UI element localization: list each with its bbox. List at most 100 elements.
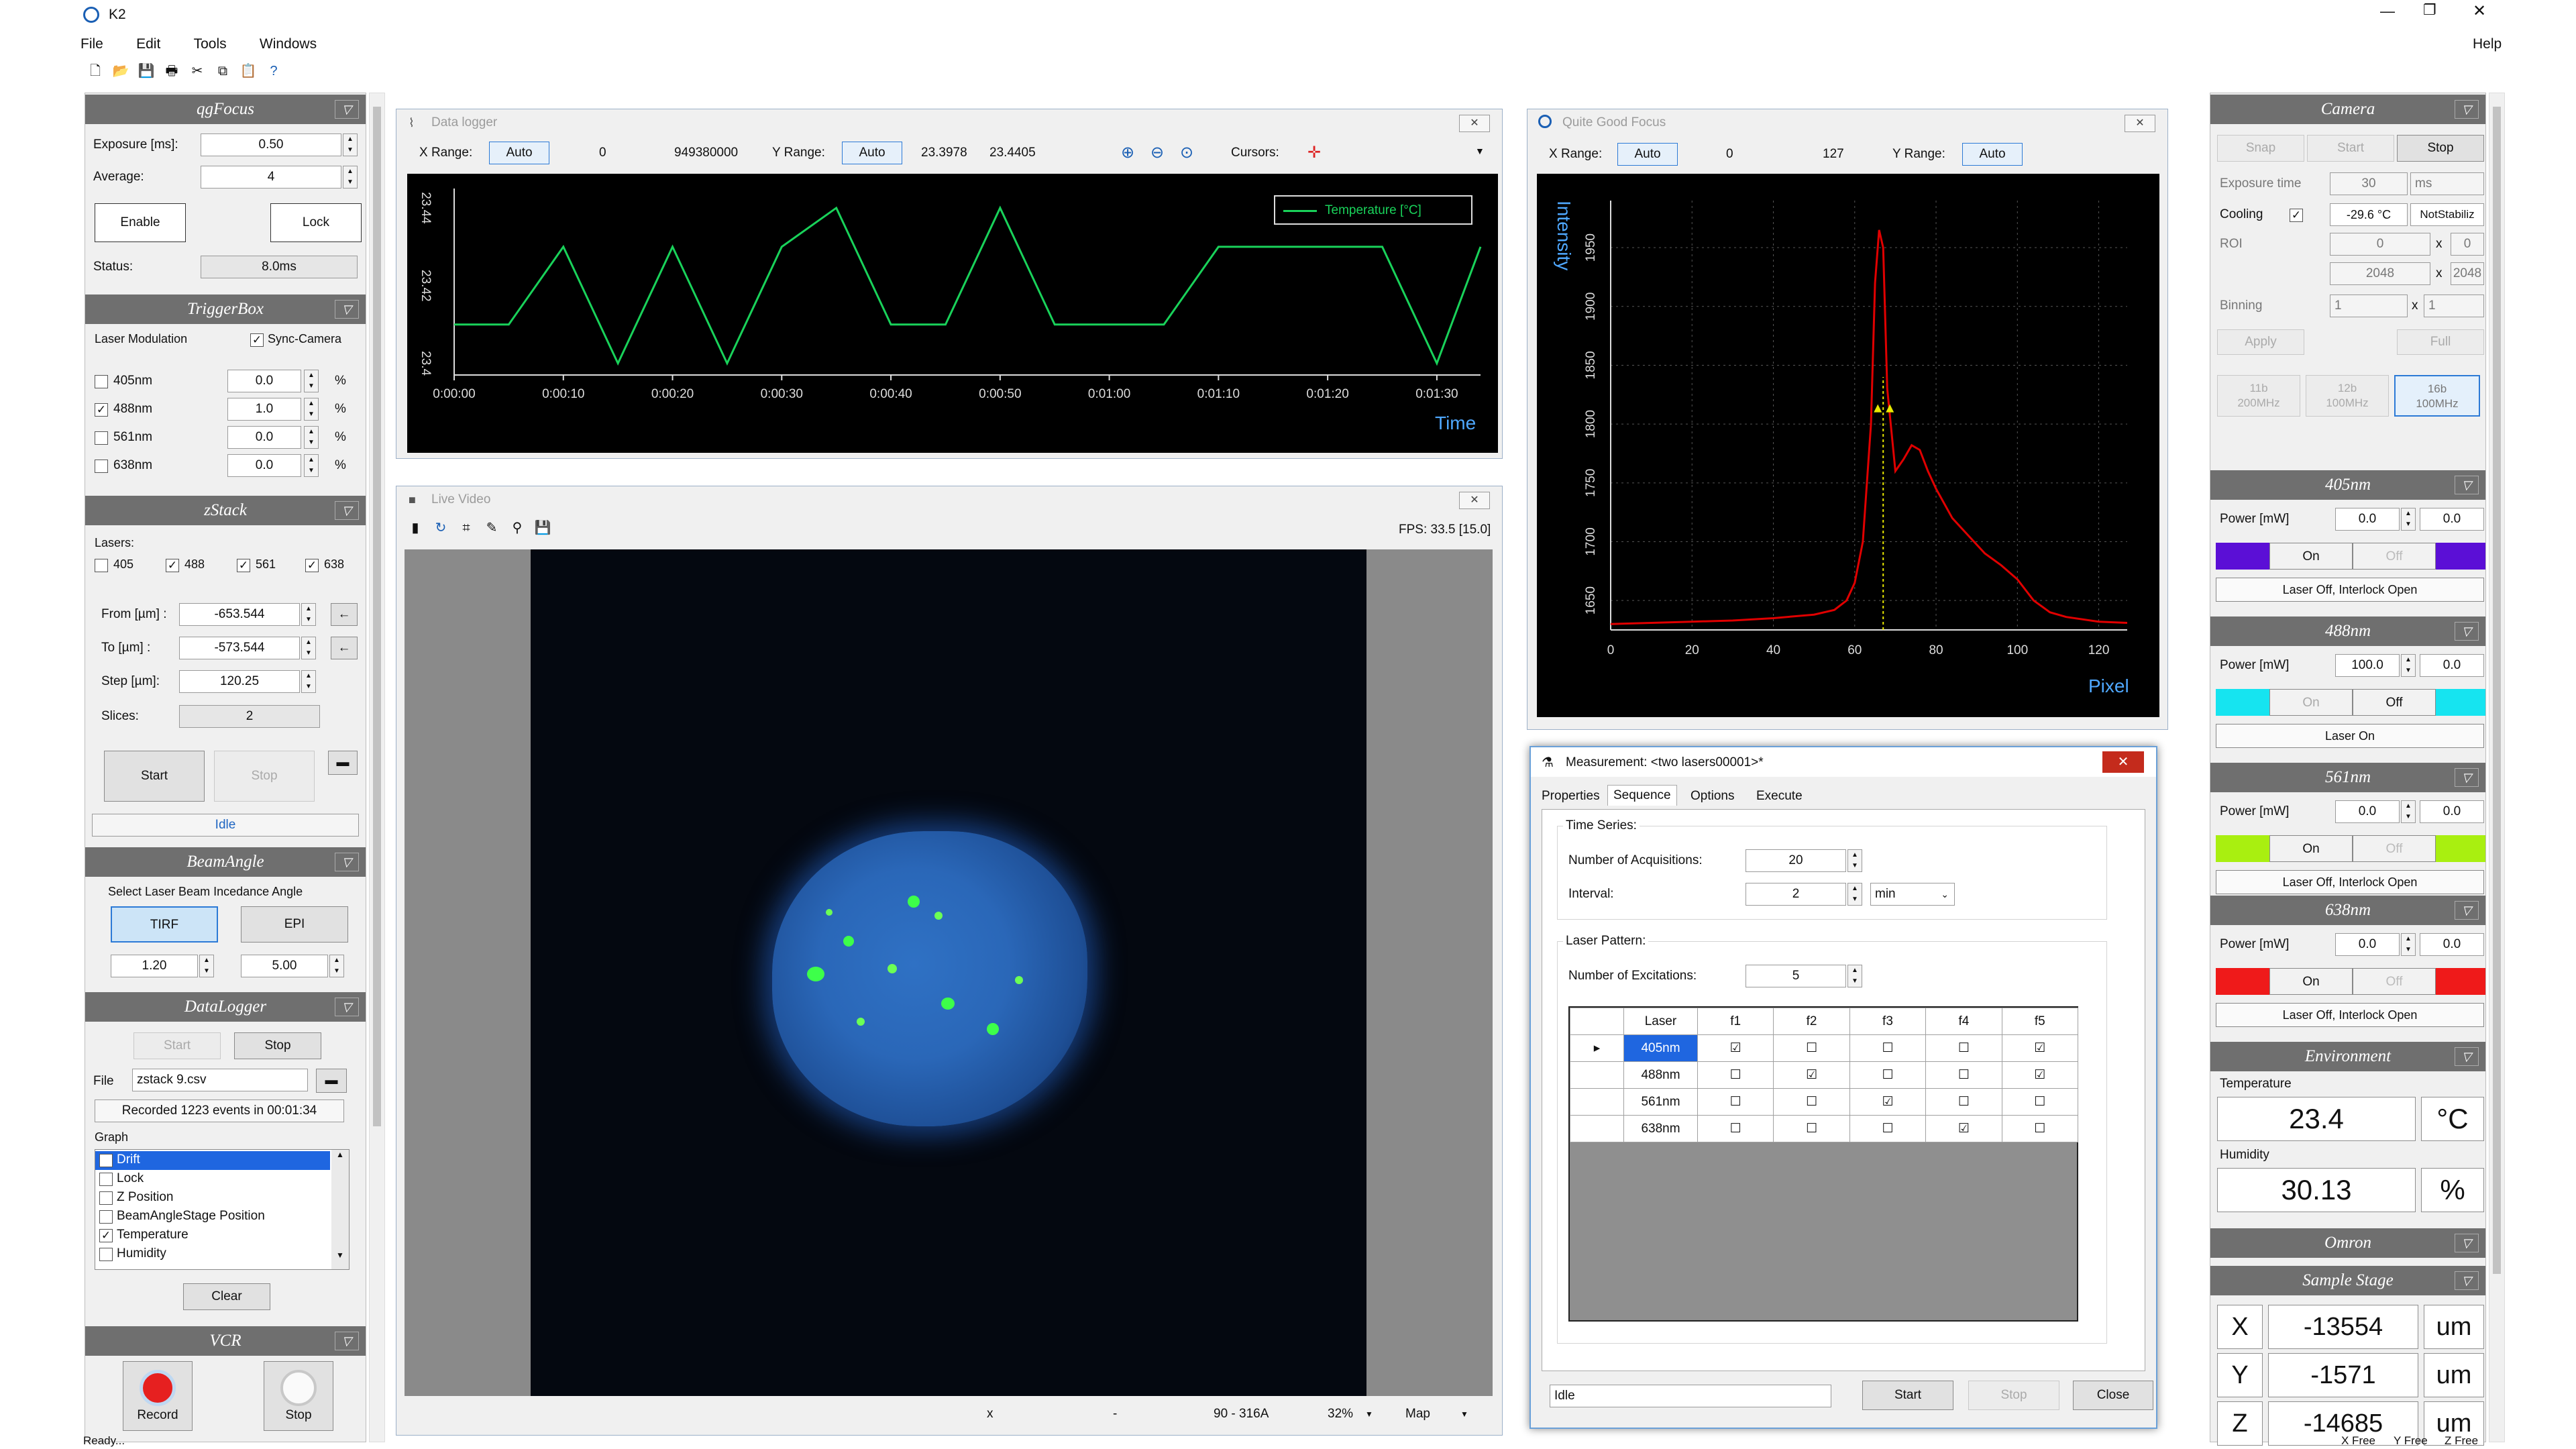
snap-button[interactable]: Snap (2217, 135, 2304, 162)
print-icon[interactable]: 🖶 (162, 62, 181, 80)
grid-row[interactable]: 638nm ☐ ☐ ☐ ☑ ☐ (1570, 1115, 2079, 1142)
exposure-spinner[interactable]: ▲ ▼ (343, 133, 358, 156)
list-item[interactable]: Lock (95, 1170, 330, 1189)
graph-humidity-checkbox[interactable] (99, 1248, 113, 1261)
record-button[interactable]: Record (123, 1361, 193, 1431)
maximize-button[interactable]: ❐ (2423, 1, 2436, 19)
zstack-folder-button[interactable]: ▬ (328, 751, 358, 775)
sample-stage-header[interactable]: Sample Stage ▽ (2210, 1266, 2485, 1295)
interval-input[interactable]: 2 (1746, 883, 1846, 906)
cut-icon[interactable]: ✂ (188, 62, 207, 80)
menu-edit[interactable]: Edit (136, 31, 160, 58)
collapse-icon[interactable]: ▽ (2455, 1234, 2479, 1252)
pen-icon[interactable]: ✎ (482, 519, 501, 537)
spinner-638[interactable]: ▲ ▼ (304, 454, 319, 477)
list-item[interactable]: BeamAngleStage Position (95, 1208, 330, 1226)
step-spinner[interactable]: ▲ ▼ (301, 670, 316, 693)
zoom-out-icon[interactable]: ⊖ (1150, 143, 1164, 162)
list-item[interactable]: Humidity (95, 1245, 330, 1264)
grid-row[interactable]: 561nm ☐ ☐ ☑ ☐ ☐ (1570, 1088, 2079, 1116)
camera-header[interactable]: Camera ▽ (2210, 95, 2485, 124)
graph-temperature-checkbox[interactable]: ✓ (99, 1229, 113, 1242)
menu-file[interactable]: File (80, 31, 103, 58)
sync-camera-checkbox[interactable]: ✓ (250, 333, 264, 347)
to-spinner[interactable]: ▲ ▼ (301, 637, 316, 659)
spinner-405[interactable]: ▲ ▼ (304, 370, 319, 392)
video-viewport[interactable] (405, 549, 1493, 1396)
zoom-reset-icon[interactable]: ⊙ (1180, 143, 1193, 162)
mode-16b-button[interactable]: 16b 100MHz (2394, 375, 2480, 417)
collapse-icon[interactable]: ▽ (2455, 476, 2479, 494)
browse-file-button[interactable]: ▬ (316, 1069, 347, 1093)
datalogger-stop-button[interactable]: Stop (234, 1032, 321, 1059)
close-button[interactable]: ✕ (1459, 492, 1490, 509)
modulation-488-input[interactable]: 1.0 (227, 398, 301, 421)
laser-on-button[interactable]: On (2269, 689, 2353, 716)
dropdown-arrow-icon[interactable]: ▼ (1475, 146, 1485, 156)
tirf-angle-input[interactable]: 1.20 (111, 955, 198, 977)
laser-off-button[interactable]: Off (2353, 543, 2436, 570)
open-folder-icon[interactable]: 📂 (111, 62, 130, 80)
average-input[interactable]: 4 (201, 166, 341, 189)
collapse-icon[interactable]: ▽ (335, 100, 359, 119)
laser-power-spinner[interactable]: ▲ ▼ (2401, 508, 2416, 531)
dropdown-arrow-icon[interactable]: ▼ (1460, 1409, 1468, 1419)
roi-width[interactable]: 2048 (2330, 262, 2430, 285)
laser-on-button[interactable]: On (2269, 543, 2353, 570)
excitations-input[interactable]: 5 (1746, 965, 1846, 987)
y-auto-button[interactable]: Auto (1962, 143, 2023, 166)
close-window-button[interactable]: ✕ (2473, 1, 2486, 21)
lock-button[interactable]: Lock (270, 203, 362, 242)
acquisitions-spinner[interactable]: ▲ ▼ (1847, 849, 1862, 872)
enable-button[interactable]: Enable (95, 203, 186, 242)
modulation-561-input[interactable]: 0.0 (227, 426, 301, 449)
laser-on-button[interactable]: On (2269, 968, 2353, 995)
checkbox-638[interactable] (95, 460, 108, 473)
modulation-638-input[interactable]: 0.0 (227, 454, 301, 477)
list-item[interactable]: Z Position (95, 1189, 330, 1208)
collapse-icon[interactable]: ▽ (2455, 1271, 2479, 1290)
epi-angle-spinner[interactable]: ▲ ▼ (329, 955, 344, 977)
zoom-in-icon[interactable]: ⊕ (1121, 143, 1134, 162)
roi-x0[interactable]: 0 (2330, 233, 2430, 256)
collapse-icon[interactable]: ▽ (335, 998, 359, 1016)
excitations-spinner[interactable]: ▲ ▼ (1847, 965, 1862, 987)
set-to-button[interactable]: ← (331, 637, 358, 659)
zstack-405-checkbox[interactable] (95, 559, 108, 572)
measurement-stop-button[interactable]: Stop (1968, 1381, 2059, 1410)
measurement-close-button[interactable]: Close (2073, 1381, 2153, 1410)
tirf-angle-spinner[interactable]: ▲ ▼ (199, 955, 214, 977)
datalogger-header[interactable]: DataLogger ▽ (85, 992, 366, 1022)
contrast-icon[interactable]: ▮ (406, 519, 425, 537)
collapse-icon[interactable]: ▽ (2455, 622, 2479, 641)
cursor-crosshair-icon[interactable]: ✛ (1307, 143, 1321, 162)
step-input[interactable]: 120.25 (179, 670, 300, 693)
tab-execute[interactable]: Execute (1756, 789, 1803, 804)
laser-pattern-grid[interactable]: Laser f1 f2 f3 f4 f5 ▸ 405nm ☑ ☐ ☐ ☐ ☑ 488nm ☐ ☑ ☐ ☐ ☑ 5… (1568, 1006, 2079, 1322)
exposure-unit-select[interactable]: ms (2410, 172, 2484, 195)
laser-405nm-header[interactable]: 405nm ▽ (2210, 470, 2485, 500)
intensity-plot[interactable]: 1650 1700 1750 1800 1850 1900 1950 0 20 40 60 80 100… (1537, 174, 2159, 717)
set-from-button[interactable]: ← (331, 603, 358, 626)
zstack-stop-button[interactable]: Stop (214, 751, 315, 802)
apply-button[interactable]: Apply (2217, 329, 2304, 355)
from-spinner[interactable]: ▲ ▼ (301, 603, 316, 626)
menu-help[interactable]: Help (2473, 31, 2502, 58)
checkbox-561[interactable] (95, 431, 108, 445)
save-icon[interactable]: 💾 (137, 62, 156, 80)
average-spinner[interactable]: ▲ ▼ (343, 166, 358, 189)
vcr-stop-button[interactable]: Stop (264, 1361, 333, 1431)
save-icon[interactable]: 💾 (533, 519, 552, 537)
spinner-561[interactable]: ▲ ▼ (304, 426, 319, 449)
laser-on-button[interactable]: On (2269, 835, 2353, 862)
temperature-plot[interactable]: 0:00:00 0:00:10 0:00:20 0:00:30 0:00:40 0:00:… (407, 174, 1498, 453)
laser-power-input[interactable]: 0.0 (2335, 933, 2400, 956)
menu-windows[interactable]: Windows (260, 31, 317, 58)
vcr-header[interactable]: VCR ▽ (85, 1326, 366, 1356)
modulation-405-input[interactable]: 0.0 (227, 370, 301, 392)
roi-height[interactable]: 2048 (2451, 262, 2484, 285)
tab-sequence[interactable]: Sequence (1607, 785, 1677, 806)
left-scrollbar[interactable] (369, 93, 385, 1442)
mode-12b-button[interactable]: 12b 100MHz (2306, 375, 2389, 417)
crop-icon[interactable]: ⌗ (457, 519, 476, 537)
